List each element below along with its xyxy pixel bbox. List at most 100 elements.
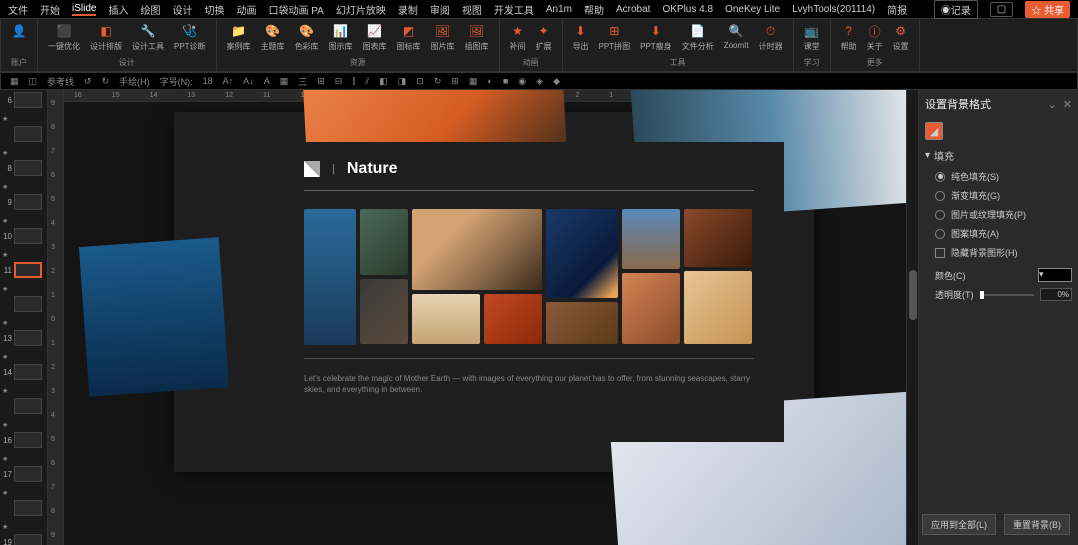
- slide-thumb-11[interactable]: 11: [0, 260, 47, 280]
- subtool-11[interactable]: ▦: [277, 76, 292, 87]
- ribbon-btn-色彩库[interactable]: 🎨色彩库: [291, 21, 323, 54]
- subtool-25[interactable]: ◉: [515, 76, 529, 87]
- ribbon-btn-案例库[interactable]: 📁案例库: [223, 21, 255, 54]
- menu-transition[interactable]: 切换: [204, 2, 224, 17]
- thumbnail-panel[interactable]: 6★★8★9★10★11★★13★14★★16★17★★19★20★21★: [0, 90, 48, 545]
- menu-help[interactable]: 帮助: [584, 2, 604, 17]
- ribbon-btn-图示库[interactable]: 📊图示库: [325, 21, 357, 54]
- close-icon[interactable]: ✕: [1063, 98, 1072, 111]
- collage-img-5[interactable]: [412, 294, 480, 344]
- record-button[interactable]: ◉记录: [934, 0, 978, 19]
- subtool-2[interactable]: 参考线: [44, 75, 77, 88]
- menu-insert[interactable]: 插入: [108, 2, 128, 17]
- subtool-7[interactable]: 18: [200, 76, 216, 86]
- chevron-down-icon[interactable]: ⌄: [1048, 98, 1057, 111]
- slide-thumb-14[interactable]: 14: [0, 362, 47, 382]
- slide-thumb-10[interactable]: 10: [0, 226, 47, 246]
- ribbon-btn-设计工具[interactable]: 🔧设计工具: [128, 21, 168, 54]
- slide-thumb-9[interactable]: 9: [0, 192, 47, 212]
- fill-opt-渐变填充(G)[interactable]: 渐变填充(G): [935, 186, 1072, 205]
- menu-file[interactable]: 文件: [8, 2, 28, 17]
- color-picker[interactable]: ▾: [1038, 268, 1072, 282]
- slide-thumb-16[interactable]: 16: [0, 430, 47, 450]
- collage-img-2[interactable]: [360, 209, 408, 275]
- ribbon-btn-图片库[interactable]: 🖼图片库: [427, 21, 459, 54]
- slide-thumb-6[interactable]: 6: [0, 90, 47, 110]
- ribbon-btn-课堂[interactable]: 📺课堂: [800, 21, 824, 54]
- reset-bg-button[interactable]: 重置背景(B): [1004, 514, 1070, 535]
- menu-pa[interactable]: 口袋动画 PA: [268, 2, 323, 17]
- subtool-17[interactable]: ◧: [376, 76, 391, 87]
- collage-img-3[interactable]: [360, 279, 408, 345]
- image-collage[interactable]: [304, 209, 754, 359]
- menu-slideshow[interactable]: 幻灯片放映: [336, 2, 386, 17]
- subtool-27[interactable]: ◆: [550, 76, 563, 87]
- slide-thumb-[interactable]: [0, 498, 47, 518]
- ribbon-btn-文件分析[interactable]: 📄文件分析: [678, 21, 718, 54]
- subtool-14[interactable]: ⊟: [332, 76, 346, 87]
- ribbon-btn-关于[interactable]: ⓘ关于: [863, 21, 887, 54]
- ribbon-btn-PPT瘦身[interactable]: ⬇PPT瘦身: [636, 21, 676, 54]
- collage-img-4[interactable]: [412, 209, 542, 290]
- fill-section-header[interactable]: ▾填充: [925, 144, 1072, 167]
- menu-dev[interactable]: 开发工具: [494, 2, 534, 17]
- fill-bucket-icon[interactable]: ◢: [925, 122, 943, 140]
- menu-design[interactable]: 设计: [172, 2, 192, 17]
- menu-okplus[interactable]: OKPlus 4.8: [662, 4, 713, 15]
- subtool-1[interactable]: ◫: [26, 76, 41, 87]
- fill-opt-纯色填充(S)[interactable]: 纯色填充(S): [935, 167, 1072, 186]
- subtool-20[interactable]: ↻: [431, 76, 445, 87]
- menu-acrobat[interactable]: Acrobat: [616, 4, 650, 15]
- apply-all-button[interactable]: 应用到全部(L): [922, 514, 996, 535]
- subtool-23[interactable]: ◐: [484, 76, 495, 86]
- menu-view[interactable]: 视图: [462, 2, 482, 17]
- slide-title[interactable]: Nature: [347, 160, 398, 178]
- menu-islide[interactable]: iSlide: [72, 3, 96, 16]
- ribbon-btn-帮助[interactable]: ?帮助: [837, 21, 861, 54]
- menu-record[interactable]: 录制: [398, 2, 418, 17]
- menu-onekey[interactable]: OneKey Lite: [725, 4, 780, 15]
- menu-animation[interactable]: 动画: [236, 2, 256, 17]
- collage-img-12[interactable]: [684, 271, 752, 344]
- subtool-5[interactable]: 手绘(H): [116, 75, 153, 88]
- collage-img-1[interactable]: [304, 209, 356, 345]
- ribbon-btn-PPT诊断[interactable]: 🩺PPT诊断: [170, 21, 210, 54]
- slide-thumb-[interactable]: [0, 124, 47, 144]
- scrollbar-thumb[interactable]: [909, 270, 917, 320]
- ribbon-btn-account[interactable]: 👤: [7, 21, 31, 43]
- fill-opt-隐藏背景图形(H)[interactable]: 隐藏背景图形(H): [935, 243, 1072, 262]
- subtool-12[interactable]: 三: [295, 75, 310, 88]
- subtool-16[interactable]: ⫽: [362, 76, 372, 87]
- slide-thumb-13[interactable]: 13: [0, 328, 47, 348]
- vertical-scrollbar[interactable]: [906, 90, 918, 545]
- slide-thumb-19[interactable]: 19: [0, 532, 47, 545]
- ribbon-btn-图标库[interactable]: ◩图标库: [393, 21, 425, 54]
- subtool-24[interactable]: ■: [500, 76, 511, 86]
- menu-home[interactable]: 开始: [40, 2, 60, 17]
- ribbon-btn-一键优化[interactable]: ⬛一键优化: [44, 21, 84, 54]
- slide-thumb-[interactable]: [0, 294, 47, 314]
- ribbon-btn-插图库[interactable]: 🖼插图库: [461, 21, 493, 54]
- ribbon-btn-扩展[interactable]: ✦扩展: [532, 21, 556, 54]
- window-icon[interactable]: ▢: [990, 2, 1013, 17]
- ribbon-btn-设置[interactable]: ⚙设置: [889, 21, 913, 54]
- share-button[interactable]: ☆ 共享: [1025, 1, 1070, 18]
- collage-img-9[interactable]: [622, 209, 680, 269]
- collage-img-6[interactable]: [484, 294, 542, 344]
- ribbon-btn-导出[interactable]: ⬇导出: [569, 21, 593, 54]
- slide-thumb-[interactable]: [0, 396, 47, 416]
- subtool-15[interactable]: ⫿: [349, 76, 358, 87]
- subtool-9[interactable]: A↓: [240, 76, 257, 86]
- ribbon-btn-设计排版[interactable]: ◧设计排版: [86, 21, 126, 54]
- slide-thumb-17[interactable]: 17: [0, 464, 47, 484]
- subtool-3[interactable]: ↺: [81, 76, 95, 87]
- menu-lvyh[interactable]: LvyhTools(201114): [792, 4, 875, 15]
- ribbon-btn-计时器[interactable]: ⏱计时器: [755, 21, 787, 54]
- fill-opt-图案填充(A)[interactable]: 图案填充(A): [935, 224, 1072, 243]
- menu-brief[interactable]: 简报: [887, 2, 907, 17]
- subtool-18[interactable]: ◨: [395, 76, 410, 87]
- collage-img-8[interactable]: [546, 302, 618, 344]
- ribbon-btn-PPT拼图[interactable]: ⊞PPT拼图: [595, 21, 635, 54]
- editor-area[interactable]: 1615141312111098765432101234567891011121…: [64, 90, 906, 545]
- subtool-26[interactable]: ◈: [533, 76, 546, 87]
